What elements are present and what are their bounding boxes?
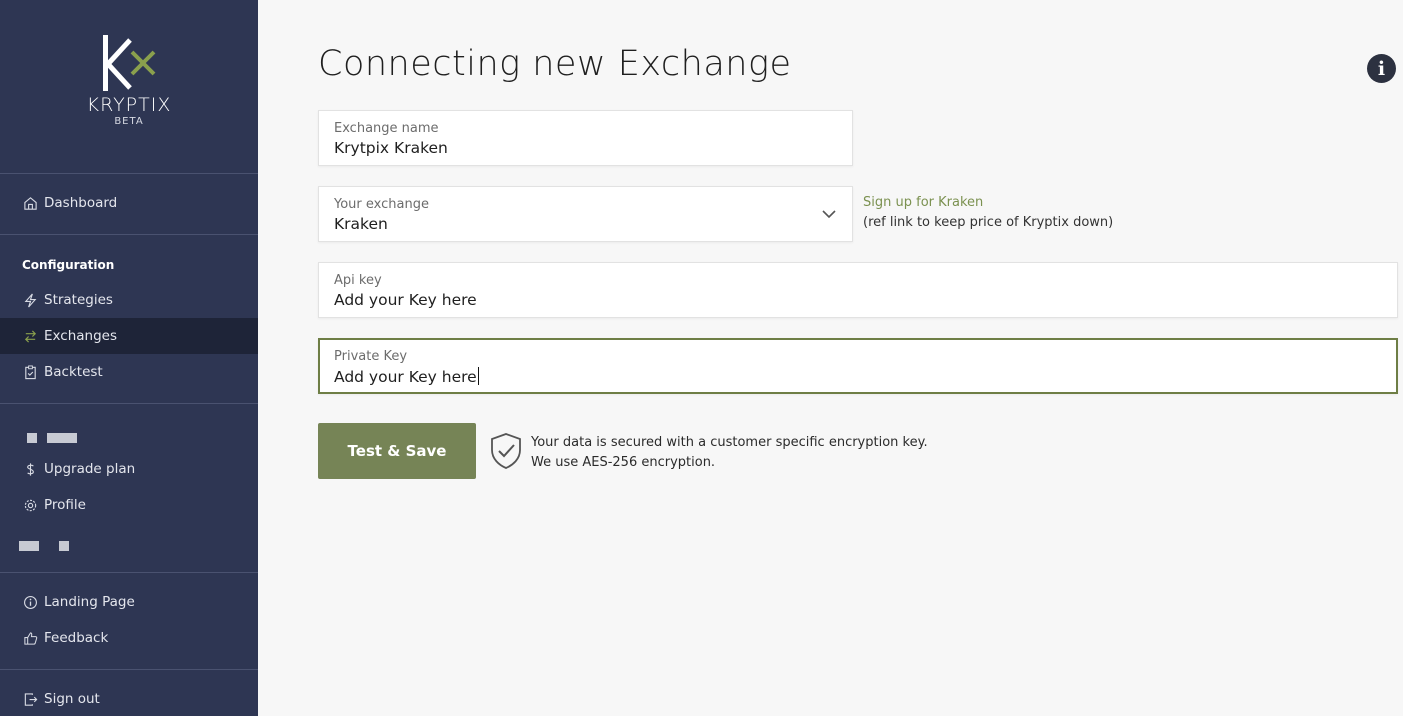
dollar-icon — [22, 461, 38, 477]
divider — [0, 572, 258, 573]
test-save-button[interactable]: Test & Save — [318, 423, 476, 479]
nav-upgrade-label: Upgrade plan — [44, 461, 136, 477]
exchange-arrows-icon — [22, 328, 38, 344]
exchange-name-label: Exchange name — [334, 121, 439, 136]
nav-strategies-label: Strategies — [44, 292, 113, 308]
divider — [0, 403, 258, 404]
nav-feedback-label: Feedback — [44, 630, 109, 646]
nav-strategies[interactable]: Strategies — [0, 282, 258, 318]
gear-icon — [22, 497, 38, 513]
chevron-down-icon[interactable] — [820, 205, 838, 223]
api-key-field[interactable]: Api key Add your Key here — [318, 262, 1398, 318]
security-line-1: Your data is secured with a customer spe… — [531, 435, 928, 450]
nav-dashboard[interactable]: Dashboard — [0, 185, 258, 221]
exchange-select-label: Your exchange — [334, 197, 429, 212]
info-icon: i — [1377, 57, 1386, 80]
nav-exchanges-label: Exchanges — [44, 328, 117, 344]
security-note: Your data is secured with a customer spe… — [531, 433, 928, 473]
shield-check-icon — [491, 433, 521, 469]
signup-note: (ref link to keep price of Kryptix down) — [863, 215, 1114, 230]
nav-backtest[interactable]: Backtest — [0, 354, 258, 390]
nav-landing-page[interactable]: Landing Page — [0, 584, 258, 620]
placeholder-blocks — [27, 433, 77, 443]
api-key-label: Api key — [334, 273, 382, 288]
nav-backtest-label: Backtest — [44, 364, 103, 380]
signup-kraken-link[interactable]: Sign up for Kraken — [863, 195, 983, 210]
exchange-name-input[interactable]: Krytpix Kraken — [334, 139, 448, 157]
dashboard-icon — [22, 195, 38, 211]
private-key-input[interactable]: Add your Key here — [334, 367, 479, 386]
nav-exchanges[interactable]: Exchanges — [0, 318, 258, 354]
placeholder-block — [27, 433, 37, 443]
placeholder-block — [19, 541, 39, 551]
private-key-value: Add your Key here — [334, 368, 477, 386]
lightning-icon — [22, 292, 38, 308]
private-key-field[interactable]: Private Key Add your Key here — [318, 338, 1398, 394]
thumbs-up-icon — [22, 630, 38, 646]
divider — [0, 669, 258, 670]
placeholder-blocks — [19, 541, 69, 551]
api-key-input[interactable]: Add your Key here — [334, 291, 477, 309]
private-key-label: Private Key — [334, 349, 408, 364]
nav-upgrade[interactable]: Upgrade plan — [0, 451, 258, 487]
nav-profile[interactable]: Profile — [0, 487, 258, 523]
nav-feedback[interactable]: Feedback — [0, 620, 258, 656]
nav-dashboard-label: Dashboard — [44, 195, 118, 211]
sign-out-icon — [22, 691, 38, 707]
text-caret — [477, 367, 479, 385]
placeholder-block — [47, 433, 77, 443]
section-configuration: Configuration — [22, 258, 115, 272]
nav-profile-label: Profile — [44, 497, 86, 513]
info-circle-icon — [22, 594, 38, 610]
security-line-2: We use AES-256 encryption. — [531, 455, 716, 470]
divider — [0, 234, 258, 235]
logo[interactable]: KRYPTIX BETA — [0, 30, 258, 127]
page-title: Connecting new Exchange — [318, 44, 792, 84]
exchange-name-field[interactable]: Exchange name Krytpix Kraken — [318, 110, 853, 166]
nav-signout-label: Sign out — [44, 691, 100, 707]
brand-name: KRYPTIX — [86, 94, 172, 116]
beta-tag: BETA — [114, 116, 144, 127]
divider — [0, 173, 258, 174]
nav-sign-out[interactable]: Sign out — [0, 681, 258, 716]
exchange-select[interactable]: Your exchange Kraken — [318, 186, 853, 242]
placeholder-block — [59, 541, 69, 551]
clipboard-check-icon — [22, 364, 38, 380]
sidebar: KRYPTIX BETA Dashboard Configuration Str… — [0, 0, 258, 716]
info-button[interactable]: i — [1367, 54, 1396, 83]
nav-landing-label: Landing Page — [44, 594, 135, 610]
kryptix-logo-icon — [103, 35, 156, 91]
exchange-select-value[interactable]: Kraken — [334, 215, 388, 233]
